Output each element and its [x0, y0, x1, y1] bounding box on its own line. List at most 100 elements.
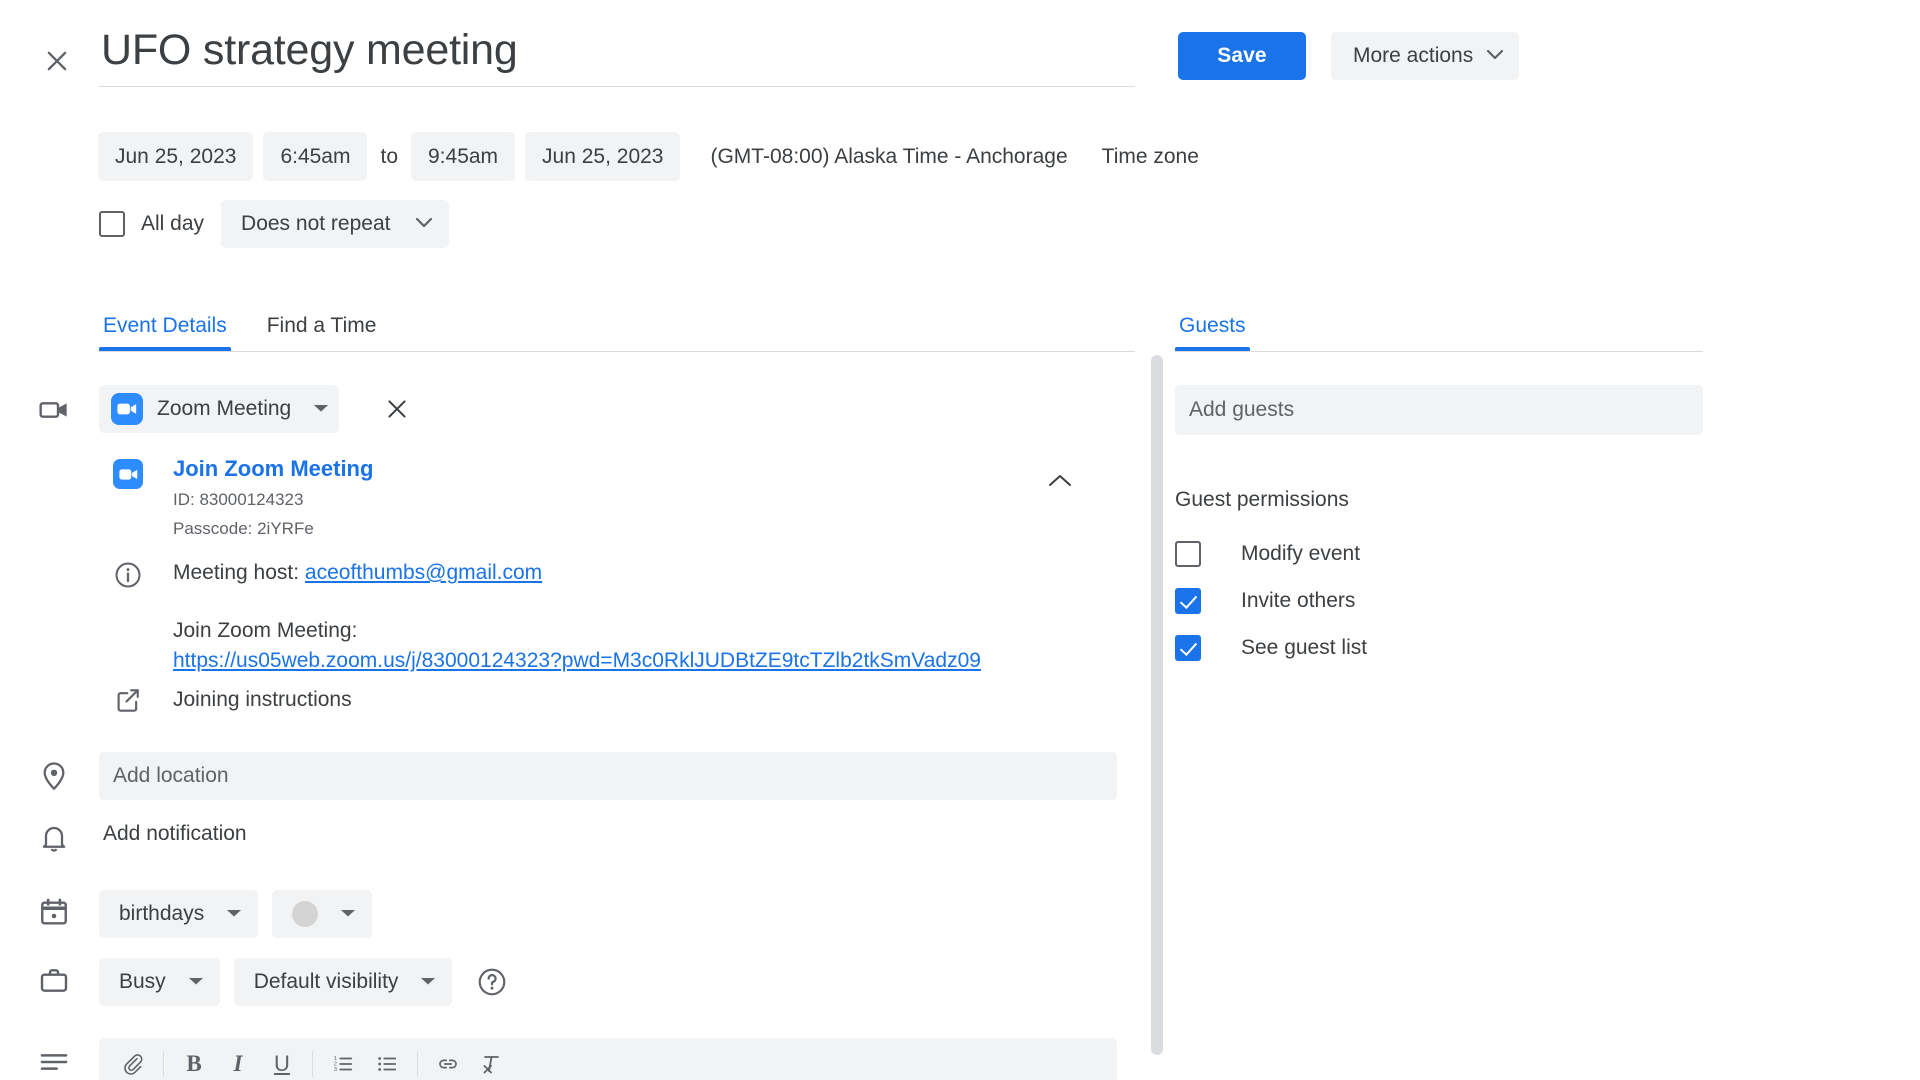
- guests-tabs-divider: [1175, 351, 1703, 352]
- conference-details: Join Zoom Meeting ID: 83000124323 Passco…: [113, 455, 1113, 541]
- all-day-label: All day: [141, 212, 204, 236]
- calendar-icon: [38, 896, 70, 928]
- availability-row: Busy Default visibility: [99, 958, 508, 1006]
- permission-modify-event[interactable]: Modify event: [1175, 530, 1367, 577]
- color-swatch: [292, 901, 318, 927]
- invite-others-label: Invite others: [1241, 589, 1355, 613]
- description-toolbar: B I U 1 2 3: [99, 1038, 1117, 1080]
- event-title-input[interactable]: UFO strategy meeting: [99, 22, 1135, 86]
- meeting-passcode: Passcode: 2iYRFe: [173, 516, 373, 541]
- time-separator: to: [367, 145, 411, 169]
- description-lines-icon: [38, 1046, 70, 1078]
- permission-see-guest-list[interactable]: See guest list: [1175, 624, 1367, 671]
- insert-link-icon[interactable]: [426, 1042, 470, 1080]
- zoom-logo-icon: [113, 459, 143, 489]
- chevron-down-icon: [340, 905, 356, 923]
- meeting-host-prefix: Meeting host:: [173, 561, 305, 584]
- start-time-chip[interactable]: 6:45am: [263, 132, 367, 181]
- recurrence-dropdown[interactable]: Does not repeat: [221, 200, 449, 248]
- tab-guests[interactable]: Guests: [1175, 314, 1250, 351]
- join-zoom-meeting-link[interactable]: Join Zoom Meeting: [173, 455, 373, 483]
- tab-event-details[interactable]: Event Details: [99, 314, 231, 351]
- tab-find-a-time[interactable]: Find a Time: [263, 314, 381, 351]
- toolbar-divider: [312, 1051, 313, 1077]
- timezone-button[interactable]: Time zone: [1085, 132, 1216, 181]
- open-in-new-icon: [113, 685, 143, 715]
- modify-event-label: Modify event: [1241, 542, 1360, 566]
- bold-icon[interactable]: B: [172, 1042, 216, 1080]
- help-circle-icon[interactable]: [476, 966, 508, 998]
- conference-provider-label: Zoom Meeting: [157, 397, 291, 421]
- chevron-down-icon: [420, 973, 436, 991]
- remove-formatting-icon[interactable]: [470, 1042, 514, 1080]
- add-notification-button[interactable]: Add notification: [99, 816, 251, 852]
- start-date-chip[interactable]: Jun 25, 2023: [98, 132, 253, 181]
- join-url-label: Join Zoom Meeting:: [173, 616, 981, 646]
- main-scrollbar-thumb[interactable]: [1151, 355, 1163, 1055]
- event-editor-page: UFO strategy meeting Save More actions J…: [0, 0, 1920, 1080]
- conference-info-block: Meeting host: aceofthumbs@gmail.com Join…: [113, 558, 1123, 676]
- calendar-row: birthdays: [99, 890, 372, 938]
- all-day-row: All day Does not repeat: [99, 200, 449, 248]
- meeting-id: ID: 83000124323: [173, 487, 373, 512]
- busy-label: Busy: [119, 970, 166, 994]
- recurrence-label: Does not repeat: [241, 212, 390, 236]
- left-tabs: Event Details Find a Time: [99, 305, 1135, 352]
- numbered-list-icon[interactable]: 1 2 3: [321, 1042, 365, 1080]
- tabs-divider: [99, 351, 1135, 352]
- join-url-link[interactable]: https://us05web.zoom.us/j/83000124323?pw…: [173, 649, 981, 672]
- see-guest-list-label: See guest list: [1241, 636, 1367, 660]
- visibility-select[interactable]: Default visibility: [234, 958, 453, 1006]
- calendar-select[interactable]: birthdays: [99, 890, 258, 938]
- chevron-down-icon: [226, 905, 242, 923]
- busy-select[interactable]: Busy: [99, 958, 220, 1006]
- joining-instructions-label: Joining instructions: [173, 688, 352, 712]
- briefcase-icon: [38, 964, 70, 996]
- location-input[interactable]: [99, 752, 1117, 800]
- end-time-chip[interactable]: 9:45am: [411, 132, 515, 181]
- add-guests-input[interactable]: [1175, 385, 1703, 435]
- italic-icon[interactable]: I: [216, 1042, 260, 1080]
- toolbar-divider: [163, 1051, 164, 1077]
- more-actions-button[interactable]: More actions: [1331, 32, 1519, 80]
- chevron-down-icon: [416, 215, 432, 233]
- title-underline: [99, 86, 1135, 87]
- chevron-down-icon: [1487, 47, 1503, 65]
- remove-conference-icon[interactable]: [373, 385, 421, 433]
- bell-icon: [38, 822, 70, 854]
- guest-permissions-list: Modify event Invite others See guest lis…: [1175, 530, 1367, 671]
- permission-invite-others[interactable]: Invite others: [1175, 577, 1367, 624]
- event-color-select[interactable]: [272, 890, 372, 938]
- attach-icon[interactable]: [111, 1042, 155, 1080]
- schedule-row: Jun 25, 2023 6:45am to 9:45am Jun 25, 20…: [98, 132, 1216, 181]
- see-guest-list-checkbox[interactable]: [1175, 635, 1201, 661]
- conference-provider-dropdown[interactable]: Zoom Meeting: [99, 385, 339, 433]
- chevron-down-icon: [188, 973, 204, 991]
- toolbar-divider: [417, 1051, 418, 1077]
- video-camera-icon: [38, 394, 70, 426]
- header: UFO strategy meeting Save More actions: [0, 0, 1920, 110]
- joining-instructions-row[interactable]: Joining instructions: [113, 685, 352, 715]
- chevron-down-icon: [313, 400, 329, 418]
- more-actions-label: More actions: [1353, 44, 1473, 68]
- zoom-logo-icon: [111, 393, 143, 425]
- chevron-up-icon[interactable]: [1040, 460, 1080, 500]
- info-icon: [113, 560, 143, 590]
- invite-others-checkbox[interactable]: [1175, 588, 1201, 614]
- calendar-name-label: birthdays: [119, 902, 204, 926]
- visibility-label: Default visibility: [254, 970, 399, 994]
- underline-icon[interactable]: U: [260, 1042, 304, 1080]
- meeting-host-email-link[interactable]: aceofthumbs@gmail.com: [305, 561, 542, 584]
- location-pin-icon: [38, 760, 70, 792]
- guest-permissions-title: Guest permissions: [1175, 488, 1349, 512]
- save-button[interactable]: Save: [1178, 32, 1306, 80]
- close-icon[interactable]: [33, 37, 81, 85]
- right-tabs: Guests: [1175, 305, 1703, 352]
- bulleted-list-icon[interactable]: [365, 1042, 409, 1080]
- title-wrap: UFO strategy meeting: [99, 22, 1135, 87]
- end-date-chip[interactable]: Jun 25, 2023: [525, 132, 680, 181]
- svg-text:3: 3: [334, 1067, 337, 1073]
- all-day-checkbox[interactable]: [99, 211, 125, 237]
- modify-event-checkbox[interactable]: [1175, 541, 1201, 567]
- timezone-value[interactable]: (GMT-08:00) Alaska Time - Anchorage: [693, 132, 1084, 181]
